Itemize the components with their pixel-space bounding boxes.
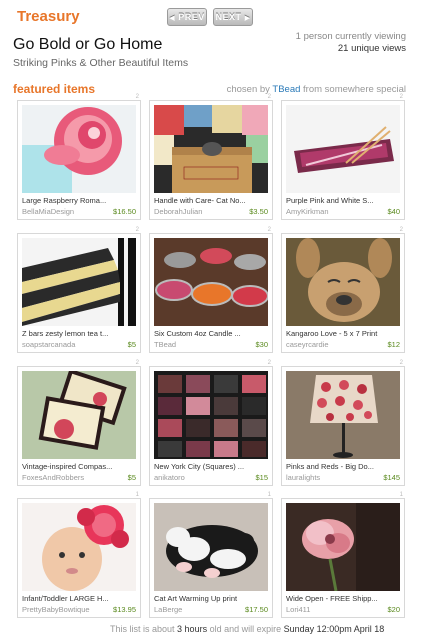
item-card[interactable]: 2 Vintage-inspired Compas... FoxesAndRob… xyxy=(17,360,141,486)
item-shop[interactable]: soapstarcanada xyxy=(22,340,75,349)
item-title[interactable]: Large Raspberry Roma... xyxy=(22,196,138,205)
item-price: $3.50 xyxy=(249,207,268,216)
item-price: $12 xyxy=(387,340,400,349)
item-title[interactable]: Wide Open - FREE Shipp... xyxy=(286,594,402,603)
next-arrow-icon: ▶ xyxy=(244,15,251,22)
item-title[interactable]: Cat Art Warming Up print xyxy=(154,594,270,603)
item-card[interactable]: 2 Handle with Care- Cat No... DeborahJul… xyxy=(149,94,273,220)
item-card[interactable]: 1 Wide Open - FREE Shipp... Lori411 $20 xyxy=(281,492,405,618)
pink-rose-icon[interactable] xyxy=(22,105,136,193)
item-price: $30 xyxy=(255,340,268,349)
item-shop[interactable]: FoxesAndRobbers xyxy=(22,473,84,482)
item-card[interactable]: 2 Six Custom 4oz Candle ... TBead $30 xyxy=(149,227,273,353)
item-shop[interactable]: AmyKirkman xyxy=(286,207,329,216)
item-price: $17.50 xyxy=(245,605,268,614)
item-title[interactable]: Handle with Care- Cat No... xyxy=(154,196,270,205)
next-button[interactable]: NEXT ▶ xyxy=(213,8,253,26)
tags-icon[interactable] xyxy=(22,371,136,459)
prev-arrow-icon: ◀ xyxy=(169,15,176,22)
item-shop[interactable]: anikatoro xyxy=(154,473,185,482)
item-shop[interactable]: LaBerge xyxy=(154,605,182,614)
item-card[interactable]: 2 Large Raspberry Roma... BellaMiaDesign… xyxy=(17,94,141,220)
item-title[interactable]: Kangaroo Love - 5 x 7 Print xyxy=(286,329,402,338)
item-card[interactable]: 2 Z bars zesty lemon tea t... soapstarca… xyxy=(17,227,141,353)
item-card[interactable]: 2 Pinks and Reds - Big Do... lauralights… xyxy=(281,360,405,486)
item-price: $20 xyxy=(387,605,400,614)
item-title[interactable]: Vintage-inspired Compas... xyxy=(22,462,138,471)
item-card[interactable]: 2 New York City (Squares) ... anikatoro … xyxy=(149,360,273,486)
item-shop[interactable]: TBead xyxy=(154,340,176,349)
cat-box-icon[interactable] xyxy=(154,105,268,193)
item-card[interactable]: 1 Cat Art Warming Up print LaBerge $17.5… xyxy=(149,492,273,618)
expiry-note: This list is about 3 hours old and will … xyxy=(110,624,385,634)
item-shop[interactable]: BellaMiaDesign xyxy=(22,207,74,216)
unique-views: 21 unique views xyxy=(337,43,406,54)
page-title: Go Bold or Go Home xyxy=(13,36,163,53)
item-price: $13.95 xyxy=(113,605,136,614)
item-price: $5 xyxy=(127,473,136,482)
item-price: $16.50 xyxy=(113,207,136,216)
item-title[interactable]: Pinks and Reds - Big Do... xyxy=(286,462,402,471)
item-card[interactable]: 1 Infant/Toddler LARGE H... PrettyBabyBo… xyxy=(17,492,141,618)
item-shop[interactable]: caseyrcardie xyxy=(286,340,329,349)
item-shop[interactable]: PrettyBabyBowtique xyxy=(22,605,90,614)
item-price: $5 xyxy=(127,340,136,349)
item-title[interactable]: Z bars zesty lemon tea t... xyxy=(22,329,138,338)
featured-heading: featured items xyxy=(13,82,96,96)
item-title[interactable]: Infant/Toddler LARGE H... xyxy=(22,594,138,603)
item-price: $145 xyxy=(383,473,400,482)
item-card[interactable]: 2 Purple Pink and White S... AmyKirkman … xyxy=(281,94,405,220)
page-subtitle: Striking Pinks & Other Beautiful Items xyxy=(13,57,189,69)
chosen-by: chosen by TBead from somewhere special xyxy=(226,84,406,95)
candle-tins-icon[interactable] xyxy=(154,238,268,326)
soap-bars-icon[interactable] xyxy=(22,238,136,326)
baby-flower-icon[interactable] xyxy=(22,503,136,591)
curator-location: somewhere special xyxy=(324,84,406,95)
item-shop[interactable]: DeborahJulian xyxy=(154,207,202,216)
item-title[interactable]: Purple Pink and White S... xyxy=(286,196,402,205)
prev-button[interactable]: ◀ PREV xyxy=(167,8,207,26)
glass-plate-icon[interactable] xyxy=(286,105,400,193)
item-title[interactable]: New York City (Squares) ... xyxy=(154,462,270,471)
item-price: $15 xyxy=(255,473,268,482)
item-title[interactable]: Six Custom 4oz Candle ... xyxy=(154,329,270,338)
lamp-icon[interactable] xyxy=(286,371,400,459)
kangaroo-icon[interactable] xyxy=(286,238,400,326)
squares-icon[interactable] xyxy=(154,371,268,459)
curator-link[interactable]: TBead xyxy=(272,84,300,95)
pink-flower-icon[interactable] xyxy=(286,503,400,591)
item-card[interactable]: 2 Kangaroo Love - 5 x 7 Print caseyrcard… xyxy=(281,227,405,353)
item-shop[interactable]: lauralights xyxy=(286,473,320,482)
item-shop[interactable]: Lori411 xyxy=(286,605,310,614)
viewing-count: 1 person currently viewing xyxy=(295,31,406,42)
treasury-brand[interactable]: Treasury xyxy=(17,8,80,25)
sleeping-cat-icon[interactable] xyxy=(154,503,268,591)
item-price: $40 xyxy=(387,207,400,216)
